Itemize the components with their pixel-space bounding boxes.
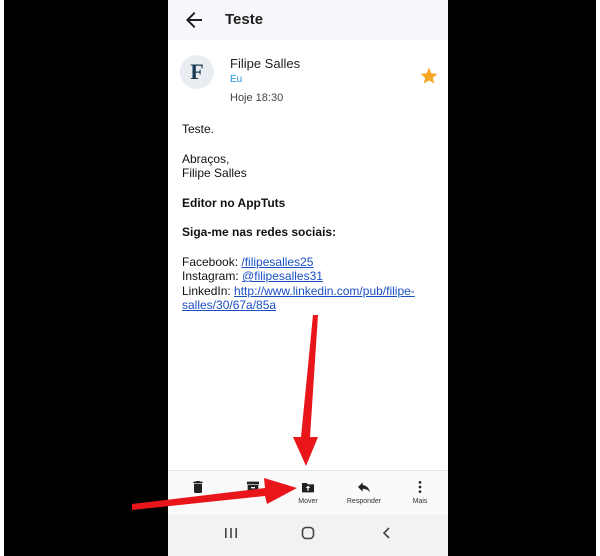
reply-button[interactable]: Responder: [336, 475, 392, 513]
body-greeting: Teste.: [182, 122, 215, 136]
instagram-link[interactable]: @filipesalles31: [242, 269, 323, 283]
recipient-label[interactable]: Eu: [230, 74, 242, 85]
linkedin-link-cont[interactable]: salles/30/67a/85a: [182, 298, 276, 312]
frame-left: [0, 0, 4, 556]
facebook-label: Facebook:: [182, 254, 239, 269]
back-nav-icon[interactable]: [380, 526, 394, 540]
move-label: Mover: [298, 498, 318, 505]
back-arrow-icon[interactable]: [182, 8, 206, 32]
message-date: Hoje 18:30: [230, 92, 284, 104]
frame-right: [596, 0, 600, 556]
avatar-letter: F: [190, 59, 204, 84]
linkedin-line: LinkedIn: http://www.linkedin.com/pub/fi…: [182, 284, 442, 299]
more-label: Mais: [412, 498, 428, 505]
phone-screen: Teste F Filipe Salles Eu Hoje 18:30 Test…: [168, 0, 448, 556]
delete-button[interactable]: [170, 475, 226, 513]
move-button[interactable]: Mover: [280, 475, 336, 513]
recent-apps-icon[interactable]: [224, 526, 238, 540]
email-subject: Teste: [225, 11, 264, 28]
star-icon[interactable]: [419, 66, 439, 86]
sender-name[interactable]: Filipe Salles: [230, 56, 300, 71]
more-button[interactable]: Mais: [392, 475, 448, 513]
move-folder-icon: [302, 483, 314, 493]
facebook-link[interactable]: /filipesalles25: [241, 255, 313, 269]
body-signature-name: Filipe Salles: [182, 166, 247, 180]
linkedin-link[interactable]: http://www.linkedin.com/pub/filipe-: [234, 284, 415, 298]
home-icon[interactable]: [301, 526, 315, 540]
action-bar: Mover Responder Mais: [168, 470, 448, 515]
system-nav-bar: [168, 514, 448, 556]
body-closing: Abraços,: [182, 151, 230, 166]
reply-icon: [358, 482, 370, 493]
more-vert-icon: [418, 481, 422, 493]
avatar[interactable]: F: [180, 55, 214, 89]
archive-button[interactable]: [225, 475, 281, 513]
trash-icon: [193, 481, 203, 493]
body-role: Editor no AppTuts: [182, 195, 286, 210]
facebook-line: Facebook: /filipesalles25: [182, 255, 442, 270]
instagram-label: Instagram:: [182, 269, 239, 283]
app-bar: Teste: [168, 0, 448, 40]
message-body: Teste. Abraços, Filipe Salles Editor no …: [182, 122, 442, 313]
linkedin-label: LinkedIn:: [182, 283, 231, 298]
body-social-heading: Siga-me nas redes sociais:: [182, 225, 337, 239]
archive-icon: [247, 481, 259, 493]
linkedin-line-2: salles/30/67a/85a: [182, 298, 442, 313]
reply-label: Responder: [346, 498, 382, 505]
instagram-line: Instagram: @filipesalles31: [182, 269, 442, 284]
